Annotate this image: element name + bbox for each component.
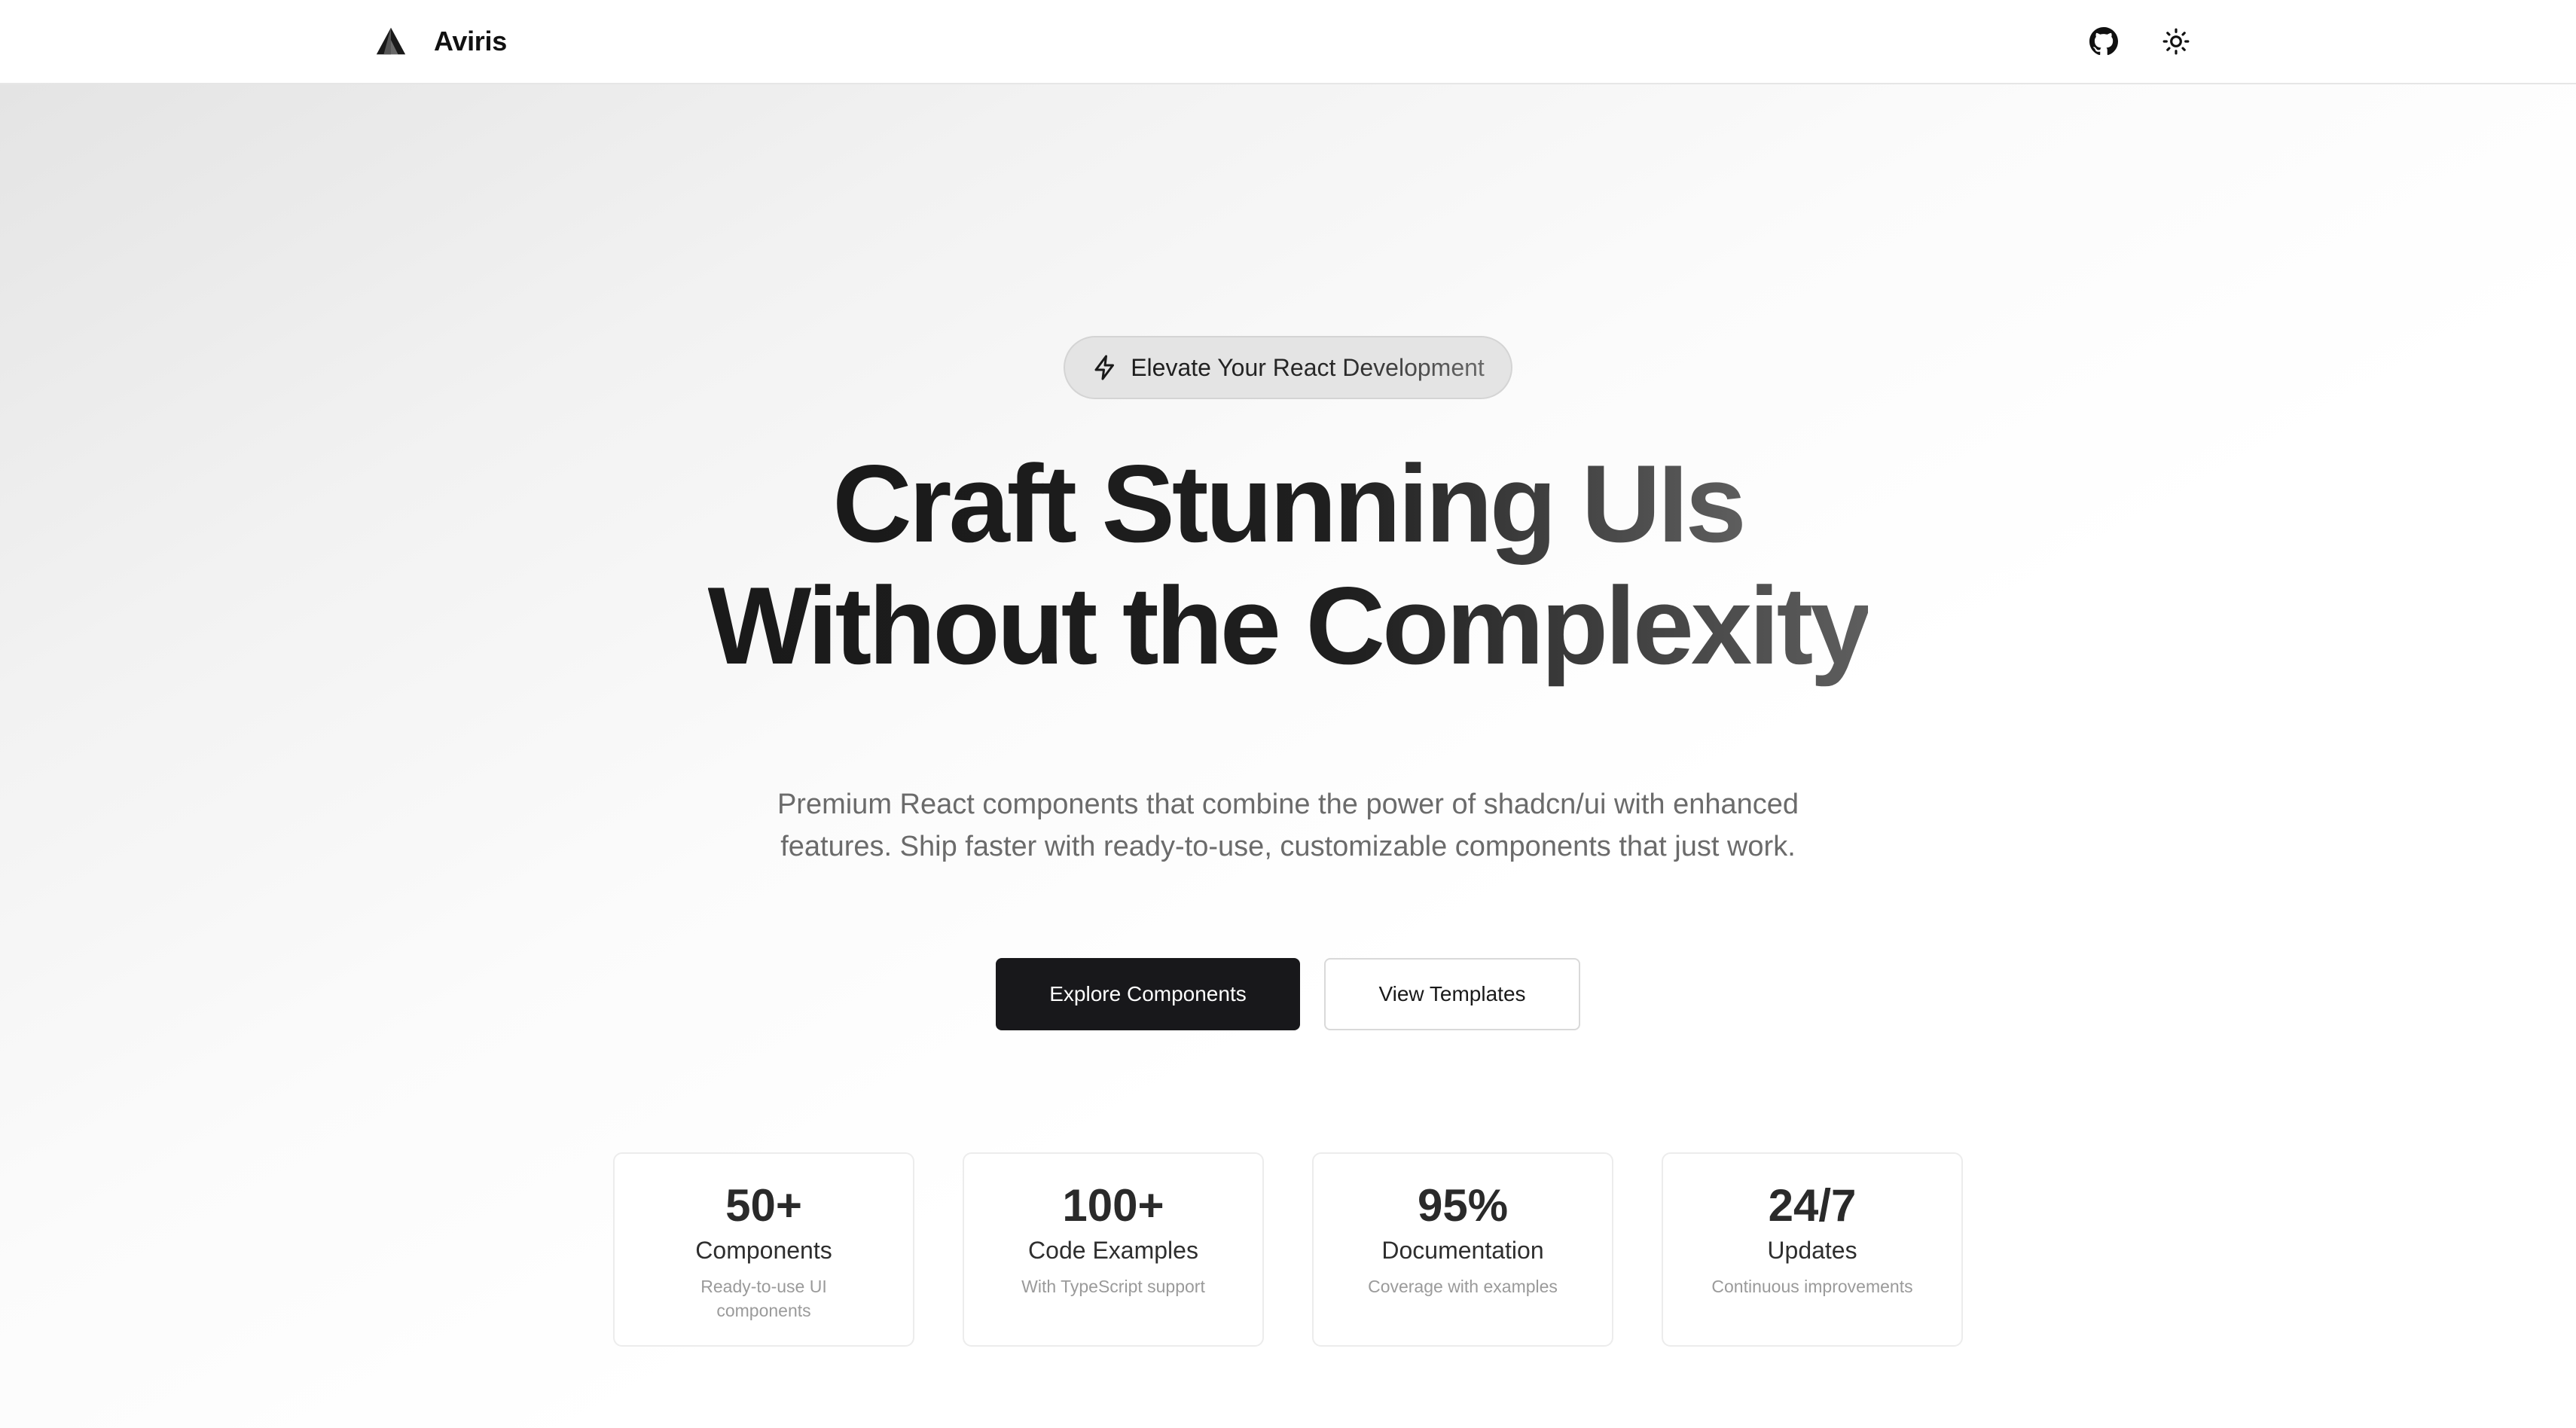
stat-label: Code Examples xyxy=(1028,1237,1198,1264)
brand-link[interactable]: Aviris xyxy=(374,0,507,83)
stats-row: 50+ Components Ready-to-use UI component… xyxy=(613,1152,1963,1347)
brand-name: Aviris xyxy=(434,26,507,56)
stat-value: 95% xyxy=(1417,1180,1509,1231)
headline-line-1: Craft Stunning UIs xyxy=(832,442,1746,565)
nav-actions xyxy=(2086,0,2193,83)
stat-description: Coverage with examples xyxy=(1368,1277,1558,1296)
hero-headline: Craft Stunning UIs Without the Complexit… xyxy=(0,443,2576,687)
lightning-icon xyxy=(1094,355,1115,380)
stat-description: With TypeScript support xyxy=(1021,1277,1205,1296)
stat-card-components: 50+ Components Ready-to-use UI component… xyxy=(613,1152,914,1347)
stat-card-code-examples: 100+ Code Examples With TypeScript suppo… xyxy=(963,1152,1264,1347)
top-navbar: Aviris xyxy=(0,0,2576,84)
stat-description: Continuous improvements xyxy=(1711,1277,1913,1296)
badge-text: Elevate Your React Development xyxy=(1131,353,1485,381)
stat-value: 50+ xyxy=(725,1180,802,1231)
stat-value: 100+ xyxy=(1062,1180,1164,1231)
stat-label: Documentation xyxy=(1381,1237,1544,1264)
hero-section: Elevate Your React Development Craft Stu… xyxy=(0,84,2576,1428)
explore-components-button[interactable]: Explore Components xyxy=(996,958,1300,1030)
stat-label: Components xyxy=(695,1237,832,1264)
cta-row: Explore Components View Templates xyxy=(0,958,2576,1030)
headline-line-2: Without the Complexity xyxy=(707,564,1872,687)
stat-description: Ready-to-use UI components xyxy=(700,1277,827,1320)
theme-toggle-button[interactable] xyxy=(2159,24,2193,59)
sun-icon xyxy=(2162,28,2190,55)
github-link[interactable] xyxy=(2086,24,2121,59)
stat-card-documentation: 95% Documentation Coverage with examples xyxy=(1312,1152,1613,1347)
hero-subtitle: Premium React components that combine th… xyxy=(777,789,1799,862)
stat-label: Updates xyxy=(1767,1237,1857,1264)
stat-value: 24/7 xyxy=(1768,1180,1857,1231)
aviris-logo-icon xyxy=(376,27,406,55)
view-templates-button[interactable]: View Templates xyxy=(1324,958,1580,1030)
github-icon xyxy=(2089,27,2118,56)
stat-card-updates: 24/7 Updates Continuous improvements xyxy=(1662,1152,1963,1347)
hero-badge: Elevate Your React Development xyxy=(1064,336,1512,399)
